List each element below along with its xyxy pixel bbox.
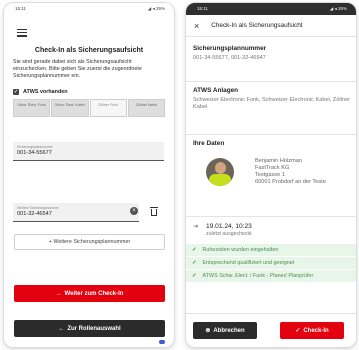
plan-number-label: Sicherungsplannummer xyxy=(17,145,53,149)
page-description: Sie sind gerade dabei sich als Sicherung… xyxy=(13,59,142,80)
cancel-icon: ⊗ xyxy=(205,328,211,334)
divider xyxy=(186,81,356,82)
atws-heading: ATWS Anlagen xyxy=(193,87,239,94)
checkbox-checked-icon[interactable]: ✓ xyxy=(13,89,19,95)
chip-zoellner-kabel[interactable]: Zöllner Kabel xyxy=(127,99,165,117)
checkin-screen-left: 15:11 ◢ ◂ 26% Check-In als Sicherungsauf… xyxy=(4,3,174,347)
list-item: ✓ Ruhezeiten wurden eingehalten xyxy=(186,244,356,257)
scroll-indicator xyxy=(159,340,165,344)
dialog-footer: ⊗ Abbrechen ✓ Check-In xyxy=(186,313,356,343)
status-time: 15:11 xyxy=(197,6,208,11)
next-to-checkin-label: Weiter zum Check-In xyxy=(64,290,124,297)
plan-number-values: 001-34-55677, 001-32-46547 xyxy=(193,55,266,61)
next-to-checkin-button[interactable]: → Weiter zum Check-In xyxy=(14,285,165,302)
dialog-title: Check-In als Sicherungsaufsicht xyxy=(211,22,303,29)
atws-values: Schweizer Electronic Funk, Schweizer Ele… xyxy=(193,97,350,110)
check-icon: ✓ xyxy=(192,247,197,253)
plan-number-section: Sicherungsplannummer 001-34-55677, 001-3… xyxy=(193,45,351,62)
person-street: Testgasse 1 xyxy=(255,172,285,178)
check-icon: ✓ xyxy=(192,273,197,279)
personal-data-section: Ihre Daten xyxy=(193,140,351,147)
cancel-label: Abbrechen xyxy=(213,327,245,334)
person-name: Benjamin Holzman xyxy=(255,158,302,164)
plan-number-value: 001-34-55677 xyxy=(17,150,52,156)
trash-icon[interactable] xyxy=(150,207,158,216)
person-details: Benjamin Holzman FastTrack KG Testgasse … xyxy=(255,158,326,186)
avatar xyxy=(206,158,234,186)
status-bar: 15:11 ◢ ◂ 26% xyxy=(186,3,356,15)
person-company: FastTrack KG xyxy=(255,165,290,171)
person-city: 60001 Probdorf an der Teste xyxy=(255,179,326,185)
plan-number-field[interactable]: Sicherungsplannummer 001-34-55677 xyxy=(13,142,164,161)
back-to-role-selection-label: Zur Rollenauswahl xyxy=(67,325,121,332)
cancel-button[interactable]: ⊗ Abbrechen xyxy=(193,322,257,339)
plan-number-heading: Sicherungsplannummer xyxy=(193,45,267,52)
arrow-left-icon: ← xyxy=(58,325,65,332)
status-icons: ◢ ◂ 26% xyxy=(329,6,347,11)
arrow-right-icon: → xyxy=(55,290,62,297)
atws-label: ATWS vorhanden xyxy=(23,89,68,95)
list-item: ✓ ATWS Schw. Elect. / Funk - Planer/ Pla… xyxy=(186,270,356,283)
check-icon: ✓ xyxy=(295,328,301,334)
close-icon[interactable]: × xyxy=(194,21,199,31)
list-item: ✓ Entsprechend qualifiziert und geeignet xyxy=(186,257,356,270)
requirements-list: ✓ Ruhezeiten wurden eingehalten ✓ Entspr… xyxy=(186,244,356,283)
divider xyxy=(186,216,356,217)
status-icons: ◢ ◂ 26% xyxy=(147,6,165,11)
checkin-label: Check-In xyxy=(303,327,329,334)
requirement-text: ATWS Schw. Elect. / Funk - Planer/ Planp… xyxy=(202,273,314,279)
atws-system-selector: Schw. Elect. Funk Schw. Elect. Kabel Zöl… xyxy=(13,99,165,117)
divider xyxy=(186,134,356,135)
personal-data-heading: Ihre Daten xyxy=(193,140,225,147)
page-title: Check-In als Sicherungsaufsicht xyxy=(34,47,144,54)
atws-section: ATWS Anlagen Schweizer Electronic Funk, … xyxy=(193,87,351,111)
dialog-header: × Check-In als Sicherungsaufsicht xyxy=(186,15,356,37)
requirement-text: Ruhezeiten wurden eingehalten xyxy=(202,247,279,253)
last-checkout-time: 19.01.24, 10:23 xyxy=(206,223,252,230)
chip-schw-elect-kabel[interactable]: Schw. Elect. Kabel xyxy=(51,99,89,117)
last-checkout-label: zuletzt ausgecheckt xyxy=(206,231,252,237)
logout-icon: ⇥ xyxy=(193,224,199,230)
additional-plan-number-field[interactable]: Weitere Sicherungsnummer 001-32-46547 xyxy=(13,203,139,222)
menu-icon[interactable] xyxy=(17,29,27,37)
last-checkout: ⇥ 19.01.24, 10:23 zuletzt ausgecheckt xyxy=(193,223,252,237)
clear-icon[interactable]: × xyxy=(130,207,138,215)
chip-zoellner-funk[interactable]: Zöllner Funk xyxy=(89,99,127,117)
additional-plan-number-value: 001-32-46547 xyxy=(17,211,52,217)
requirement-text: Entsprechend qualifiziert und geeignet xyxy=(202,260,295,266)
checkin-summary-screen: 15:11 ◢ ◂ 26% × Check-In als Sicherungsa… xyxy=(186,3,356,347)
checkin-button[interactable]: ✓ Check-In xyxy=(280,322,344,339)
back-to-role-selection-button[interactable]: ← Zur Rollenauswahl xyxy=(14,320,165,337)
check-icon: ✓ xyxy=(192,260,197,266)
additional-plan-number-label: Weitere Sicherungsnummer xyxy=(17,206,59,210)
status-bar: 15:11 ◢ ◂ 26% xyxy=(4,3,174,15)
chip-schw-elect-funk[interactable]: Schw. Elect. Funk xyxy=(13,99,51,117)
atws-checkbox-row[interactable]: ✓ ATWS vorhanden xyxy=(13,89,68,95)
status-time: 15:11 xyxy=(15,6,26,11)
add-plan-number-button[interactable]: + Weitere Sicherungsplannummer xyxy=(14,234,165,250)
